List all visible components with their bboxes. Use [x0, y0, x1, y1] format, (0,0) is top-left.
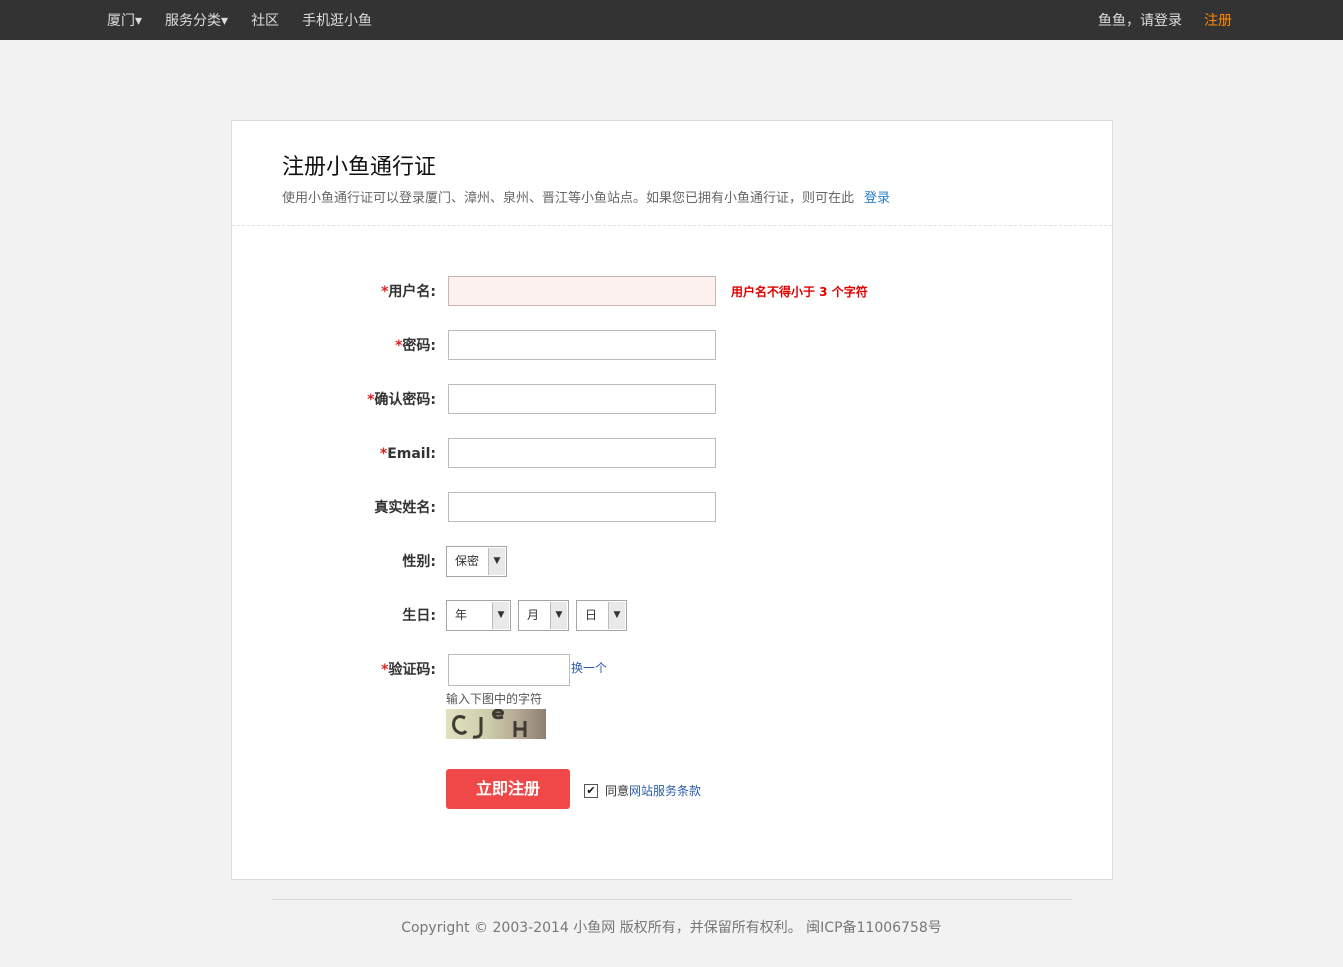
- chevron-down-icon: ▼: [488, 548, 505, 575]
- card-header: 注册小鱼通行证 使用小鱼通行证可以登录厦门、漳州、泉州、晋江等小鱼站点。如果您已…: [232, 121, 1112, 226]
- realname-input[interactable]: [448, 492, 716, 522]
- gender-select-value: 保密: [455, 554, 480, 568]
- confirm-password-label: *确认密码:: [367, 384, 436, 416]
- page-description: 使用小鱼通行证可以登录厦门、漳州、泉州、晋江等小鱼站点。如果您已拥有小鱼通行证，…: [282, 187, 890, 206]
- nav-left: 厦门▾ 服务分类▾ 社区 手机逛小鱼: [107, 0, 395, 40]
- birth-month-value: 月: [527, 608, 540, 622]
- register-card: 注册小鱼通行证 使用小鱼通行证可以登录厦门、漳州、泉州、晋江等小鱼站点。如果您已…: [231, 120, 1113, 880]
- confirm-password-label-text: 确认密码:: [374, 392, 436, 408]
- chevron-down-icon: ▼: [550, 602, 567, 629]
- nav-right: 鱼鱼，请登录 注册: [1098, 0, 1232, 40]
- birth-day-value: 日: [585, 608, 598, 622]
- row-password: *密码:: [232, 330, 1112, 362]
- birth-year-value: 年: [455, 608, 468, 622]
- agree-text: 同意网站服务条款: [605, 782, 701, 799]
- birth-day-select[interactable]: 日 ▼: [576, 600, 627, 631]
- nav-community-link[interactable]: 社区: [251, 10, 279, 30]
- realname-label: 真实姓名:: [374, 500, 436, 516]
- register-submit-button[interactable]: 立即注册: [446, 769, 570, 809]
- agree-label: 同意: [605, 784, 630, 798]
- username-label-text: 用户名:: [388, 284, 436, 300]
- description-text: 使用小鱼通行证可以登录厦门、漳州、泉州、晋江等小鱼站点。如果您已拥有小鱼通行证，…: [282, 191, 855, 206]
- top-navbar: 厦门▾ 服务分类▾ 社区 手机逛小鱼 鱼鱼，请登录 注册: [0, 0, 1343, 40]
- chevron-down-icon: ▼: [608, 602, 625, 629]
- description-login-link[interactable]: 登录: [864, 191, 890, 206]
- birth-month-select[interactable]: 月 ▼: [518, 600, 569, 631]
- email-label-text: Email:: [387, 446, 436, 462]
- captcha-image[interactable]: [446, 709, 546, 739]
- captcha-label-text: 验证码:: [388, 662, 436, 678]
- footer-divider: [272, 899, 1072, 900]
- row-realname: 真实姓名:: [232, 492, 1112, 524]
- nav-register-link[interactable]: 注册: [1204, 10, 1232, 30]
- row-email: *Email:: [232, 438, 1112, 470]
- gender-label: 性别:: [402, 554, 436, 570]
- password-input[interactable]: [448, 330, 716, 360]
- nav-services-dropdown[interactable]: 服务分类▾: [165, 10, 228, 30]
- captcha-input[interactable]: [448, 654, 570, 686]
- email-input[interactable]: [448, 438, 716, 468]
- gender-select[interactable]: 保密 ▼: [446, 546, 507, 577]
- page-title: 注册小鱼通行证: [282, 155, 437, 180]
- row-username: *用户名: 用户名不得小于 3 个字符: [232, 276, 1112, 308]
- username-label: *用户名:: [381, 276, 436, 308]
- captcha-label: *验证码:: [381, 654, 436, 686]
- birthday-label: 生日:: [402, 608, 436, 624]
- nav-city-dropdown[interactable]: 厦门▾: [107, 10, 142, 30]
- row-confirm-password: *确认密码:: [232, 384, 1112, 416]
- username-error-message: 用户名不得小于 3 个字符: [731, 285, 868, 299]
- nav-login-link[interactable]: 鱼鱼，请登录: [1098, 10, 1182, 30]
- row-birthday: 生日: 年 ▼ 月 ▼ 日 ▼: [232, 600, 1112, 632]
- row-captcha: *验证码: 换一个: [232, 654, 1112, 686]
- confirm-password-input[interactable]: [448, 384, 716, 414]
- chevron-down-icon: ▼: [492, 602, 509, 629]
- captcha-refresh-link[interactable]: 换一个: [571, 654, 607, 682]
- row-gender: 性别: 保密 ▼: [232, 546, 1112, 578]
- footer-copyright: Copyright © 2003-2014 小鱼网 版权所有，并保留所有权利。 …: [401, 920, 942, 936]
- agree-checkbox[interactable]: ✔: [584, 784, 598, 798]
- birth-year-select[interactable]: 年 ▼: [446, 600, 511, 631]
- nav-mobile-link[interactable]: 手机逛小鱼: [302, 10, 372, 30]
- password-label-text: 密码:: [402, 338, 436, 354]
- password-label: *密码:: [395, 330, 436, 362]
- captcha-hint: 输入下图中的字符: [446, 692, 543, 706]
- email-label: *Email:: [380, 438, 436, 470]
- terms-link[interactable]: 网站服务条款: [629, 784, 701, 798]
- username-input[interactable]: [448, 276, 716, 306]
